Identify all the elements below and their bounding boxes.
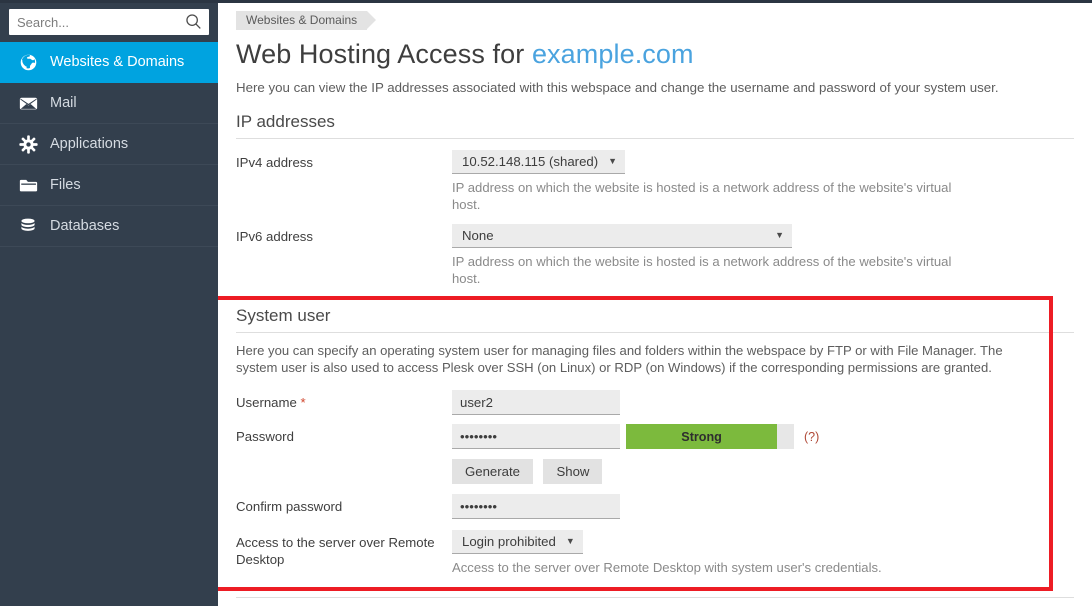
gear-icon — [18, 134, 38, 154]
username-row: Username * — [236, 390, 1074, 415]
bottom-divider — [236, 597, 1074, 598]
ipv6-select-value: None — [462, 228, 494, 243]
page-title-domain-link[interactable]: example.com — [532, 39, 694, 69]
remote-desktop-field: Login prohibited ▼ Access to the server … — [452, 530, 1074, 576]
remote-desktop-select[interactable]: Login prohibited ▼ — [452, 530, 583, 554]
search-box[interactable] — [9, 9, 209, 35]
ipv4-label: IPv4 address — [236, 155, 313, 170]
sidebar-item-label: Files — [50, 177, 81, 193]
confirm-password-field — [452, 494, 1074, 519]
chevron-down-icon: ▼ — [565, 536, 575, 546]
system-user-description: Here you can specify an operating system… — [236, 343, 1003, 375]
sidebar-item-label: Databases — [50, 218, 120, 234]
sidebar-item-websites-and-domains[interactable]: Websites & Domains — [0, 42, 218, 83]
page-title-prefix: Web Hosting Access for — [236, 39, 532, 69]
ipv4-row: IPv4 address 10.52.148.115 (shared) ▼ IP… — [236, 150, 1074, 213]
password-strength-label: Strong — [681, 429, 722, 444]
breadcrumb-label: Websites & Domains — [246, 13, 358, 27]
ipv6-row: IPv6 address None ▼ IP address on which … — [236, 224, 1074, 287]
system-user-title: System user — [236, 306, 331, 325]
chevron-down-icon: ▼ — [608, 156, 618, 166]
ipv4-select-value: 10.52.148.115 (shared) — [462, 154, 599, 169]
sidebar-search-wrap — [0, 3, 218, 42]
confirm-password-label: Confirm password — [236, 499, 343, 514]
ipv6-label: IPv6 address — [236, 229, 313, 244]
username-label-text: Username — [236, 395, 297, 410]
remote-desktop-hint: Access to the server over Remote Desktop… — [452, 560, 882, 575]
breadcrumb: Websites & Domains — [218, 3, 1092, 30]
ipv6-field: None ▼ IP address on which the website i… — [452, 224, 1074, 287]
generate-button[interactable]: Generate — [452, 459, 533, 484]
password-line: Strong (?) — [452, 424, 1074, 449]
required-marker: * — [300, 395, 306, 410]
password-help-link[interactable]: (?) — [804, 430, 819, 444]
username-label: Username * — [236, 390, 452, 411]
database-icon — [18, 216, 38, 236]
system-user-section: System user Here you can specify an oper… — [218, 305, 1092, 576]
sidebar-item-databases[interactable]: Databases — [0, 206, 218, 247]
ipv4-hint: IP address on which the website is hoste… — [452, 180, 952, 212]
ipv6-hint: IP address on which the website is hoste… — [452, 254, 952, 286]
password-buttons: Generate Show — [452, 459, 1074, 484]
chevron-down-icon: ▼ — [775, 230, 784, 240]
sidebar-item-label: Websites & Domains — [50, 54, 185, 70]
main-content: Websites & Domains Web Hosting Access fo… — [218, 0, 1092, 606]
password-strength-meter: Strong — [626, 424, 794, 449]
password-input[interactable] — [452, 424, 620, 449]
sidebar-item-label: Applications — [50, 136, 129, 152]
sidebar-nav: Websites & Domains Mail Applications Fil… — [0, 42, 218, 247]
password-row: Password Strong (?) Generate Show — [236, 424, 1074, 484]
globe-icon — [18, 52, 38, 72]
ip-addresses-section: IP addresses IPv4 address 10.52.148.115 … — [218, 111, 1092, 287]
password-strength-fill: Strong — [626, 424, 778, 449]
search-input[interactable] — [9, 10, 209, 34]
remote-desktop-label: Access to the server over Remote Desktop — [236, 535, 435, 567]
password-label: Password — [236, 429, 294, 444]
username-field — [452, 390, 1074, 415]
sidebar-item-files[interactable]: Files — [0, 165, 218, 206]
folder-icon — [18, 175, 38, 195]
show-button[interactable]: Show — [543, 459, 603, 484]
ip-addresses-title: IP addresses — [236, 112, 335, 131]
page-description: Here you can view the IP addresses assoc… — [236, 80, 999, 95]
remote-desktop-row: Access to the server over Remote Desktop… — [236, 530, 1074, 576]
plesk-window: Websites & Domains Mail — [0, 0, 1092, 606]
sidebar-item-mail[interactable]: Mail — [0, 83, 218, 124]
sidebar-item-applications[interactable]: Applications — [0, 124, 218, 165]
username-input[interactable] — [452, 390, 620, 415]
ip-addresses-divider — [236, 138, 1074, 139]
sidebar: Websites & Domains Mail — [0, 0, 218, 606]
sidebar-item-label: Mail — [50, 95, 77, 111]
system-user-divider — [236, 332, 1074, 333]
remote-desktop-select-value: Login prohibited — [462, 534, 556, 549]
ipv4-field: 10.52.148.115 (shared) ▼ IP address on w… — [452, 150, 1074, 213]
confirm-password-input[interactable] — [452, 494, 620, 519]
password-field: Strong (?) Generate Show — [452, 424, 1074, 484]
breadcrumb-item-websites-and-domains[interactable]: Websites & Domains — [236, 11, 377, 30]
ipv4-select[interactable]: 10.52.148.115 (shared) ▼ — [452, 150, 626, 174]
envelope-icon — [18, 93, 38, 113]
confirm-password-row: Confirm password — [236, 494, 1074, 519]
page-title: Web Hosting Access for example.com — [236, 38, 1092, 70]
ipv6-select[interactable]: None ▼ — [452, 224, 792, 248]
